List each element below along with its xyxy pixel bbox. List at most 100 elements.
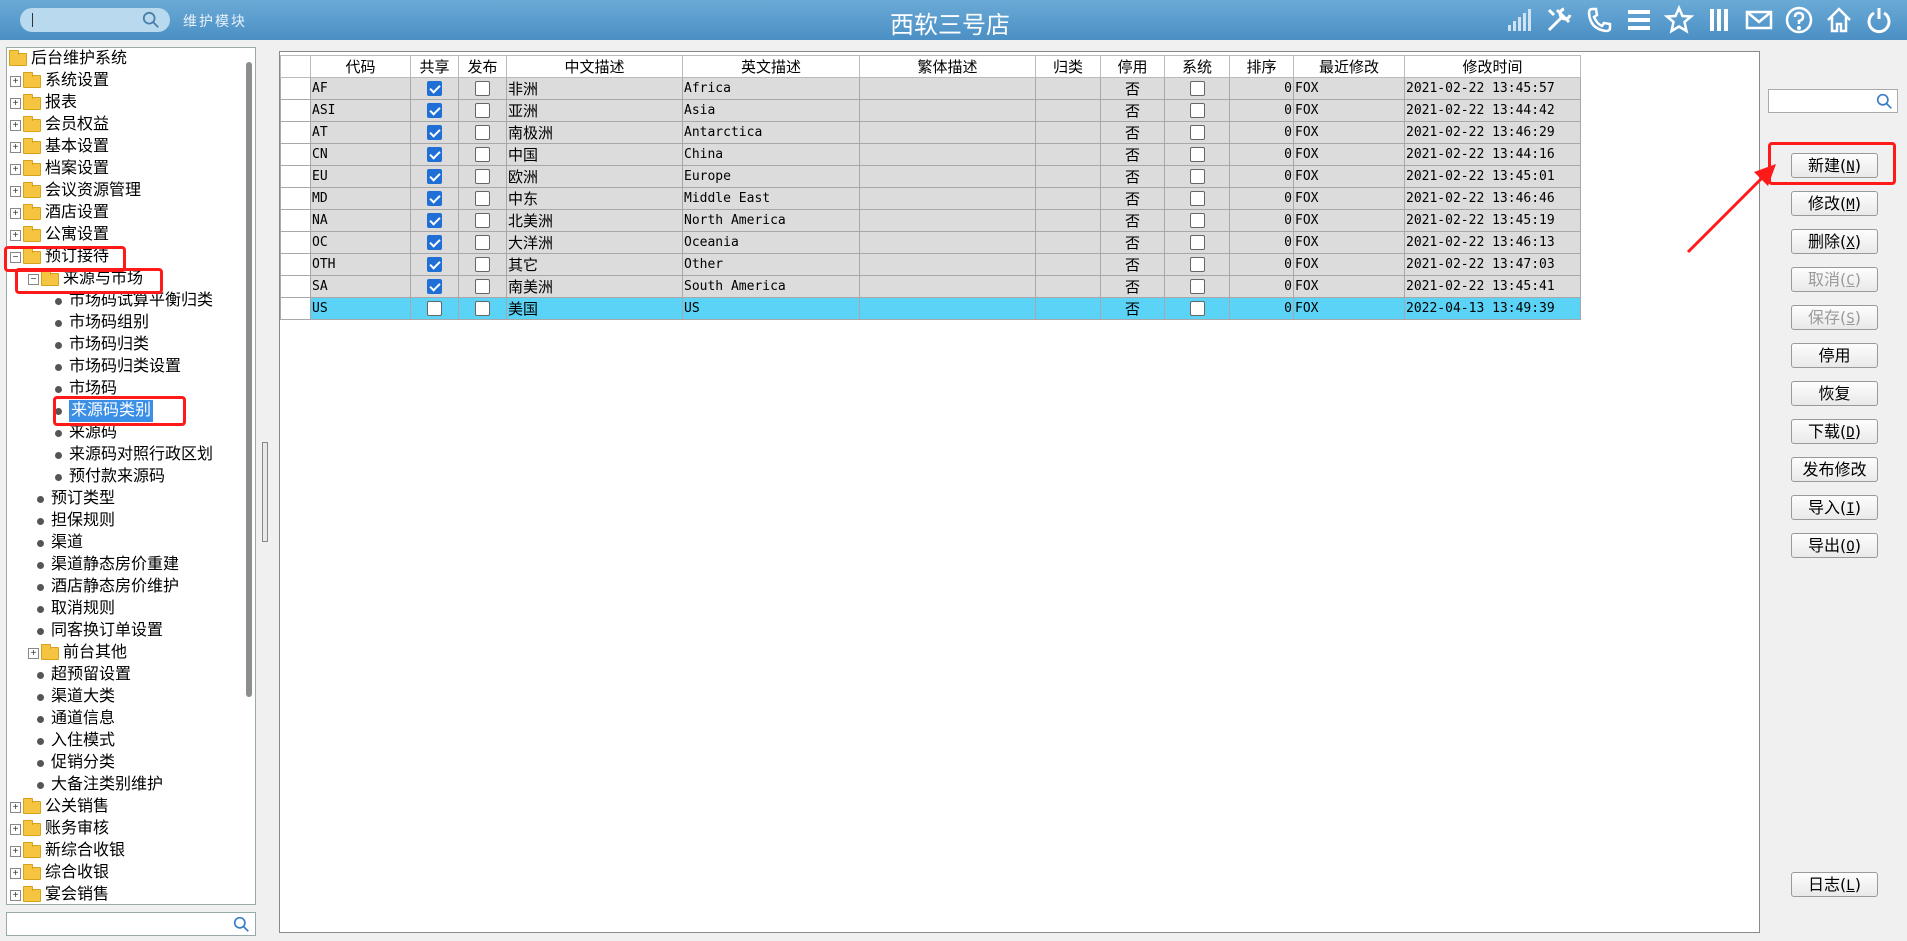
column-header[interactable]: 系统 [1164,55,1230,78]
cell-code[interactable]: OC [310,231,411,254]
cell-publish[interactable] [458,165,507,188]
checkbox[interactable] [427,125,442,140]
tree-item[interactable]: 渠道 [7,532,245,554]
save-button[interactable]: 保存(S) [1791,305,1878,330]
column-header[interactable]: 修改时间 [1404,55,1581,78]
expand-icon[interactable]: + [10,164,21,175]
tree-item[interactable]: 酒店静态房价维护 [7,576,245,598]
cell-time[interactable]: 2021-02-22 13:47:03 [1404,253,1581,276]
cell-modifier[interactable]: FOX [1293,275,1405,298]
cell-cat[interactable] [1035,275,1101,298]
expand-icon[interactable]: + [10,98,21,109]
checkbox[interactable] [427,147,442,162]
cell-zh[interactable]: 其它 [506,253,683,276]
cell-tw[interactable] [859,209,1036,232]
table-row[interactable]: ASI 亚洲 Asia 否 0 FOX 2021-02-22 13:44:42 [280,99,1581,122]
column-header[interactable]: 停用 [1100,55,1165,78]
checkbox[interactable] [475,301,490,316]
cell-zh[interactable]: 欧洲 [506,165,683,188]
cell-time[interactable]: 2021-02-22 13:45:19 [1404,209,1581,232]
cell-share[interactable] [410,253,459,276]
table-row[interactable]: AF 非洲 Africa 否 0 FOX 2021-02-22 13:45:57 [280,77,1581,100]
cell-share[interactable] [410,275,459,298]
column-header[interactable]: 中文描述 [506,55,683,78]
cell-sys[interactable] [1164,297,1230,320]
column-header[interactable]: 代码 [310,55,411,78]
column-header[interactable]: 最近修改 [1293,55,1405,78]
cell-code[interactable]: US [310,297,411,320]
cell-order[interactable]: 0 [1229,253,1294,276]
cell-tw[interactable] [859,165,1036,188]
cell-zh[interactable]: 中东 [506,187,683,210]
cell-en[interactable]: Other [682,253,860,276]
checkbox[interactable] [1189,213,1205,228]
row-header[interactable] [280,209,311,232]
cell-en[interactable]: Middle East [682,187,860,210]
cell-tw[interactable] [859,121,1036,144]
export-button[interactable]: 导出(O) [1791,533,1878,558]
table-row[interactable]: US 美国 US 否 0 FOX 2022-04-13 13:49:39 [280,297,1581,320]
module-search-input[interactable] [20,8,170,32]
cell-stop[interactable]: 否 [1100,99,1165,122]
cell-en[interactable]: Oceania [682,231,860,254]
cell-stop[interactable]: 否 [1100,231,1165,254]
cell-zh[interactable]: 亚洲 [506,99,683,122]
tree-folder[interactable]: + 酒店设置 [7,202,245,224]
checkbox[interactable] [475,147,490,162]
cell-share[interactable] [410,187,459,210]
cell-zh[interactable]: 大洋洲 [506,231,683,254]
cell-share[interactable] [410,99,459,122]
row-header[interactable] [280,187,311,210]
cell-en[interactable]: Africa [682,77,860,100]
checkbox[interactable] [475,103,490,118]
cell-time[interactable]: 2021-02-22 13:45:57 [1404,77,1581,100]
cell-order[interactable]: 0 [1229,187,1294,210]
tree-folder[interactable]: + 公关销售 [7,796,245,818]
row-header[interactable] [280,99,311,122]
menu-icon[interactable] [1623,4,1655,36]
expand-icon[interactable]: + [10,824,21,835]
expand-icon[interactable]: + [10,868,21,879]
cell-cat[interactable] [1035,165,1101,188]
tree-root[interactable]: 后台维护系统 [7,48,245,70]
tree-folder[interactable]: + 新综合收银 [7,840,245,862]
panel-splitter[interactable] [262,442,268,542]
cell-cat[interactable] [1035,253,1101,276]
tree-item[interactable]: 市场码归类设置 [7,356,245,378]
cell-order[interactable]: 0 [1229,275,1294,298]
cell-order[interactable]: 0 [1229,99,1294,122]
checkbox[interactable] [475,81,490,96]
column-header[interactable]: 排序 [1229,55,1294,78]
tree-item[interactable]: 通道信息 [7,708,245,730]
tree-item[interactable]: 促销分类 [7,752,245,774]
cancel-button[interactable]: 取消(C) [1791,267,1878,292]
cell-time[interactable]: 2021-02-22 13:46:46 [1404,187,1581,210]
cell-en[interactable]: South America [682,275,860,298]
tree-folder[interactable]: + 会员权益 [7,114,245,136]
tree-folder[interactable]: + 账务审核 [7,818,245,840]
cell-en[interactable]: US [682,297,860,320]
checkbox[interactable] [475,213,490,228]
cell-code[interactable]: EU [310,165,411,188]
checkbox[interactable] [427,213,442,228]
cell-share[interactable] [410,121,459,144]
cell-code[interactable]: AT [310,121,411,144]
expand-icon[interactable]: + [10,186,21,197]
checkbox[interactable] [427,301,442,316]
cell-modifier[interactable]: FOX [1293,99,1405,122]
expand-icon[interactable]: + [10,76,21,87]
download-button[interactable]: 下载(D) [1791,419,1878,444]
table-row[interactable]: EU 欧洲 Europe 否 0 FOX 2021-02-22 13:45:01 [280,165,1581,188]
cell-stop[interactable]: 否 [1100,253,1165,276]
column-header[interactable]: 英文描述 [682,55,860,78]
cell-time[interactable]: 2021-02-22 13:45:01 [1404,165,1581,188]
checkbox[interactable] [475,169,490,184]
search-icon[interactable] [142,11,160,29]
table-row[interactable]: CN 中国 China 否 0 FOX 2021-02-22 13:44:16 [280,143,1581,166]
table-row[interactable]: SA 南美洲 South America 否 0 FOX 2021-02-22 13:45:… [280,275,1581,298]
checkbox[interactable] [1189,147,1205,162]
tree-item[interactable]: 渠道大类 [7,686,245,708]
checkbox[interactable] [1189,169,1205,184]
cell-time[interactable]: 2021-02-22 13:46:13 [1404,231,1581,254]
table-row[interactable]: OC 大洋洲 Oceania 否 0 FOX 2021-02-22 13:46:13 [280,231,1581,254]
